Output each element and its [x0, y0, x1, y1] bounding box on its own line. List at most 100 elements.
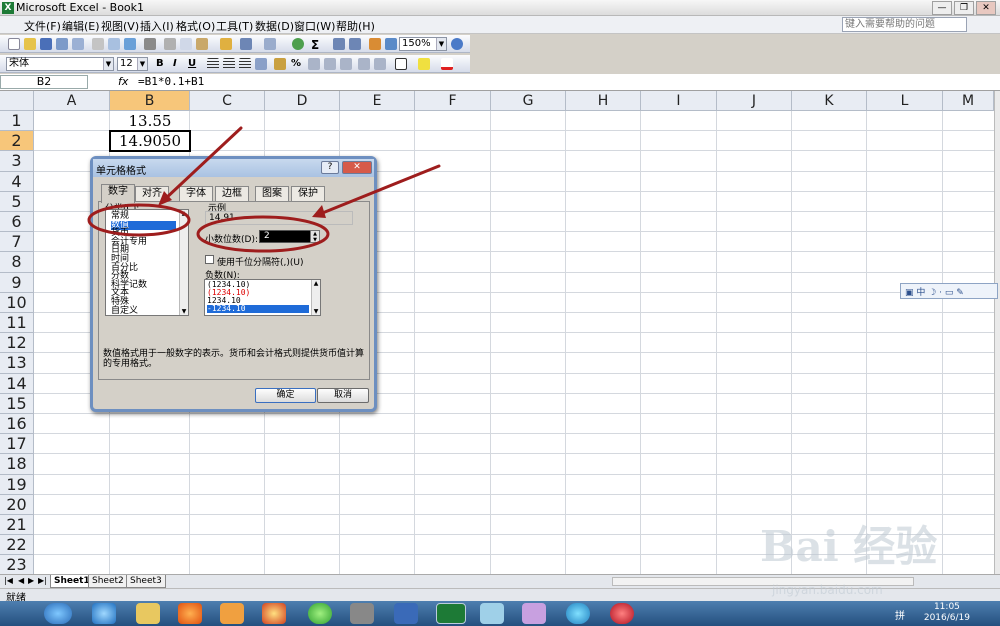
- row-header-10[interactable]: 10: [0, 292, 34, 313]
- cell-b1[interactable]: 13.55: [110, 111, 190, 131]
- borders-icon[interactable]: [395, 58, 407, 70]
- undo-icon[interactable]: [240, 38, 252, 50]
- row-header-2[interactable]: 2: [0, 131, 34, 152]
- row-header-20[interactable]: 20: [0, 494, 34, 515]
- font-name-select[interactable]: 宋体 ▼: [6, 57, 114, 71]
- tab-number[interactable]: 数字: [101, 184, 135, 203]
- category-list[interactable]: ▲ ▼ 常规 数值 货币 会计专用 日期 时间 百分比 分数 科学记数 文本 特殊 自定义: [105, 209, 189, 316]
- minimize-button[interactable]: —: [932, 1, 952, 15]
- column-header-l[interactable]: L: [867, 91, 943, 111]
- redo-icon[interactable]: [264, 38, 276, 50]
- column-header-i[interactable]: I: [641, 91, 717, 111]
- hyperlink-icon[interactable]: [292, 38, 304, 50]
- permission-icon[interactable]: [56, 38, 68, 50]
- qq-icon[interactable]: [262, 603, 286, 624]
- merge-center-icon[interactable]: [255, 58, 267, 70]
- comma-style-icon[interactable]: [308, 58, 320, 70]
- row-header-23[interactable]: 23: [0, 555, 34, 574]
- column-header-k[interactable]: K: [792, 91, 867, 111]
- bold-button[interactable]: B: [156, 58, 164, 69]
- menu-data[interactable]: 数据(D): [255, 18, 294, 34]
- ime-toolbar[interactable]: ▣ 中 ☽ · ▭ ✎: [900, 283, 998, 299]
- menu-edit[interactable]: 编辑(E): [62, 18, 100, 34]
- dialog-help-button[interactable]: ?: [321, 161, 339, 174]
- tab-border[interactable]: 边框: [215, 186, 249, 202]
- close-button[interactable]: ✕: [976, 1, 996, 15]
- print-icon[interactable]: [92, 38, 104, 50]
- browser-icon[interactable]: [178, 603, 202, 624]
- column-header-m[interactable]: M: [943, 91, 994, 111]
- autosum-button[interactable]: Σ: [311, 38, 319, 52]
- dialog-close-button[interactable]: ✕: [342, 161, 372, 174]
- ie-icon[interactable]: [92, 603, 116, 624]
- currency-icon[interactable]: [274, 58, 286, 70]
- scroll-up-icon[interactable]: ▲: [180, 210, 188, 217]
- increase-indent-icon[interactable]: [374, 58, 386, 70]
- last-sheet-icon[interactable]: ▶|: [38, 576, 47, 585]
- cut-icon[interactable]: [164, 38, 176, 50]
- row-header-16[interactable]: 16: [0, 414, 34, 435]
- row-header-6[interactable]: 6: [0, 212, 34, 233]
- row-header-4[interactable]: 4: [0, 171, 34, 192]
- chart-wizard-icon[interactable]: [369, 38, 381, 50]
- column-header-f[interactable]: F: [415, 91, 491, 111]
- help-search-input[interactable]: 键入需要帮助的问题: [842, 17, 967, 32]
- spelling-icon[interactable]: [124, 38, 136, 50]
- row-header-9[interactable]: 9: [0, 272, 34, 293]
- system-clock[interactable]: 11:05 2016/6/19: [924, 602, 970, 624]
- menu-file[interactable]: 文件(F): [24, 18, 61, 34]
- open-icon[interactable]: [24, 38, 36, 50]
- format-painter-icon[interactable]: [220, 38, 232, 50]
- film-icon[interactable]: [350, 603, 374, 624]
- help-icon[interactable]: [451, 38, 463, 50]
- column-header-h[interactable]: H: [566, 91, 641, 111]
- align-right-icon[interactable]: [239, 58, 251, 70]
- font-size-select[interactable]: 12 ▼: [117, 57, 148, 71]
- zoom-dropdown-icon[interactable]: ▼: [436, 38, 446, 50]
- spin-down-icon[interactable]: ▼: [311, 237, 319, 243]
- menu-help[interactable]: 帮助(H): [336, 18, 375, 34]
- network-icon[interactable]: [566, 603, 590, 624]
- first-sheet-icon[interactable]: |◀: [4, 576, 13, 585]
- underline-button[interactable]: U: [188, 58, 196, 69]
- font-name-dropdown-icon[interactable]: ▼: [103, 58, 113, 70]
- category-scrollbar[interactable]: ▲ ▼: [179, 210, 188, 315]
- font-color-icon[interactable]: [441, 58, 453, 70]
- decimal-places-spinner[interactable]: ▲ ▼: [310, 230, 320, 243]
- row-header-19[interactable]: 19: [0, 474, 34, 495]
- align-center-icon[interactable]: [223, 58, 235, 70]
- app-icon[interactable]: [610, 603, 634, 624]
- column-header-d[interactable]: D: [265, 91, 340, 111]
- category-item[interactable]: 自定义: [111, 306, 138, 315]
- sheet-tab-3[interactable]: Sheet3: [126, 575, 166, 588]
- scroll-down-icon[interactable]: ▼: [180, 308, 188, 315]
- media-player-icon[interactable]: [220, 603, 244, 624]
- sheet-tab-2[interactable]: Sheet2: [88, 575, 128, 588]
- tab-patterns[interactable]: 图案: [255, 186, 289, 202]
- insert-function-icon[interactable]: fx: [118, 75, 128, 88]
- print-preview-icon[interactable]: [108, 38, 120, 50]
- research-icon[interactable]: [144, 38, 156, 50]
- menu-view[interactable]: 视图(V): [101, 18, 139, 34]
- italic-button[interactable]: I: [173, 58, 177, 69]
- ok-button[interactable]: 确定: [255, 388, 316, 403]
- excel-taskbar-icon[interactable]: [436, 603, 466, 624]
- column-header-a[interactable]: A: [34, 91, 110, 111]
- formula-input[interactable]: =B1*0.1+B1: [138, 75, 204, 88]
- notes-icon[interactable]: [480, 603, 504, 624]
- decrease-indent-icon[interactable]: [358, 58, 370, 70]
- row-header-3[interactable]: 3: [0, 151, 34, 172]
- save-icon[interactable]: [40, 38, 52, 50]
- negative-numbers-list[interactable]: (1234.10) (1234.10) 1234.10 -1234.10 ▲ ▼: [204, 279, 321, 316]
- select-all-corner[interactable]: [0, 91, 34, 111]
- row-header-13[interactable]: 13: [0, 353, 34, 374]
- row-header-18[interactable]: 18: [0, 454, 34, 475]
- row-header-15[interactable]: 15: [0, 393, 34, 414]
- paint-icon[interactable]: [522, 603, 546, 624]
- vertical-scrollbar[interactable]: [994, 91, 1000, 574]
- fill-color-icon[interactable]: [418, 58, 430, 70]
- security-icon[interactable]: [308, 603, 332, 624]
- prev-sheet-icon[interactable]: ◀: [18, 576, 24, 585]
- column-header-c[interactable]: C: [190, 91, 265, 111]
- row-header-8[interactable]: 8: [0, 252, 34, 273]
